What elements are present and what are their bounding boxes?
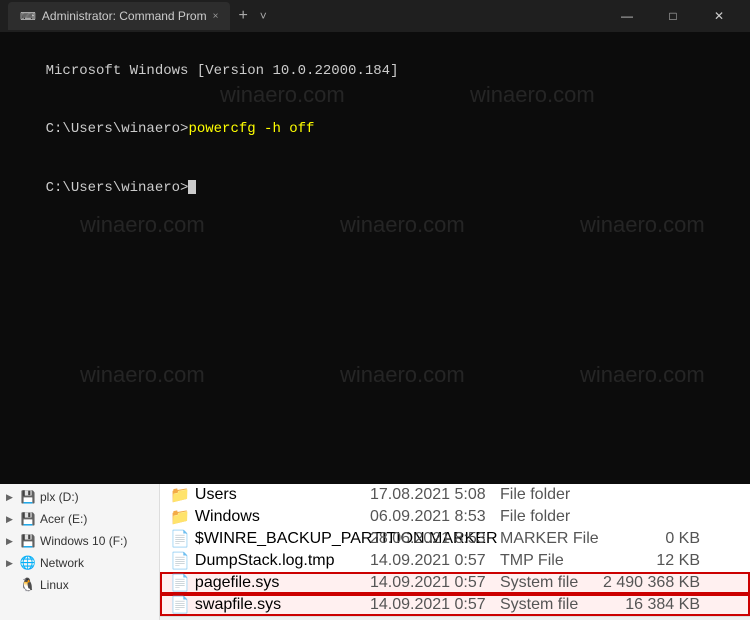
file-name-text: pagefile.sys <box>195 574 280 592</box>
watermark-6: winaero.com <box>80 362 205 388</box>
file-row[interactable]: 📁 Windows 06.09.2021 8:53 File folder <box>160 506 750 528</box>
windows-version-text: Microsoft Windows [Version 10.0.22000.18… <box>46 63 399 79</box>
tab-bar: ⌨ Administrator: Command Prom × + ˅ <box>8 2 604 30</box>
file-icon: 📄 <box>170 573 190 593</box>
file-icon: 📄 <box>170 529 190 549</box>
file-name-text: Windows <box>195 508 260 526</box>
add-tab-button[interactable]: + <box>234 7 251 25</box>
sidebar: ▶ 💾 plx (D:) ▶ 💾 Acer (E:) ▶ 💾 Windows 1… <box>0 484 160 620</box>
file-icon: 📁 <box>170 507 190 527</box>
file-list: 📁 Users 17.08.2021 5:08 File folder 📁 Wi… <box>160 484 750 620</box>
sidebar-item-windows10[interactable]: ▶ 💾 Windows 10 (F:) <box>0 530 159 552</box>
file-size-cell: 16 384 KB <box>600 596 700 614</box>
file-date-cell: 14.09.2021 0:57 <box>370 596 500 614</box>
drive-icon: 💾 <box>20 512 36 526</box>
minimize-button[interactable]: — <box>604 0 650 32</box>
terminal-tab-icon: ⌨ <box>20 10 36 23</box>
file-name-cell: 📁 Windows <box>170 507 370 527</box>
command-text: powercfg -h off <box>188 121 314 137</box>
prompt-text: C:\Users\winaero> <box>46 121 189 137</box>
network-icon: 🌐 <box>20 556 36 570</box>
file-type-cell: File folder <box>500 486 600 504</box>
chevron-icon: ▶ <box>6 492 16 503</box>
file-size-cell: 12 KB <box>600 552 700 570</box>
maximize-button[interactable]: □ <box>650 0 696 32</box>
drive-icon: 💾 <box>20 534 36 548</box>
file-row[interactable]: 📄 swapfile.sys 14.09.2021 0:57 System fi… <box>160 594 750 616</box>
file-name-text: Users <box>195 486 237 504</box>
file-row[interactable]: 📄 DumpStack.log.tmp 14.09.2021 0:57 TMP … <box>160 550 750 572</box>
file-explorer: ▶ 💾 plx (D:) ▶ 💾 Acer (E:) ▶ 💾 Windows 1… <box>0 484 750 620</box>
terminal-area[interactable]: Microsoft Windows [Version 10.0.22000.18… <box>0 32 750 484</box>
file-date-cell: 28.06.2021 8:53 <box>370 530 500 548</box>
file-icon: 📁 <box>170 485 190 505</box>
file-type-cell: System file <box>500 596 600 614</box>
sidebar-item-acer[interactable]: ▶ 💾 Acer (E:) <box>0 508 159 530</box>
terminal-tab-label: Administrator: Command Prom <box>42 9 207 23</box>
chevron-icon: ▶ <box>6 558 16 569</box>
prompt-text-2: C:\Users\winaero> <box>46 180 189 196</box>
close-button[interactable]: ✕ <box>696 0 742 32</box>
file-icon: 📄 <box>170 595 190 615</box>
terminal-line-3: C:\Users\winaero> <box>12 160 738 219</box>
file-icon: 📄 <box>170 551 190 571</box>
cursor <box>188 180 196 194</box>
file-type-cell: File folder <box>500 508 600 526</box>
window-controls: — □ ✕ <box>604 0 742 32</box>
file-name-text: DumpStack.log.tmp <box>195 552 335 570</box>
sidebar-item-network[interactable]: ▶ 🌐 Network <box>0 552 159 574</box>
sidebar-label-acer: Acer (E:) <box>40 512 87 526</box>
file-name-text: swapfile.sys <box>195 596 281 614</box>
file-type-cell: System file <box>500 574 600 592</box>
file-date-cell: 17.08.2021 5:08 <box>370 486 500 504</box>
title-bar: ⌨ Administrator: Command Prom × + ˅ — □ … <box>0 0 750 32</box>
file-type-cell: MARKER File <box>500 530 600 548</box>
file-row[interactable]: 📄 $WINRE_BACKUP_PARTITION.MARKER 28.06.2… <box>160 528 750 550</box>
status-bar: 19 items ≡ ⊞ <box>160 616 750 620</box>
chevron-icon: ▶ <box>6 514 16 525</box>
linux-icon: 🐧 <box>20 578 36 592</box>
sidebar-label-plx: plx (D:) <box>40 490 79 504</box>
file-date-cell: 06.09.2021 8:53 <box>370 508 500 526</box>
chevron-icon: ▶ <box>6 536 16 547</box>
sidebar-label-windows10: Windows 10 (F:) <box>40 534 127 548</box>
file-row[interactable]: 📁 Users 17.08.2021 5:08 File folder <box>160 484 750 506</box>
terminal-line-1: Microsoft Windows [Version 10.0.22000.18… <box>12 42 738 101</box>
sidebar-label-linux: Linux <box>40 578 69 592</box>
close-tab-button[interactable]: × <box>213 11 219 22</box>
terminal-tab[interactable]: ⌨ Administrator: Command Prom × <box>8 2 230 30</box>
file-size-cell: 0 KB <box>600 530 700 548</box>
file-rows: 📁 Users 17.08.2021 5:08 File folder 📁 Wi… <box>160 484 750 616</box>
sidebar-label-network: Network <box>40 556 84 570</box>
file-date-cell: 14.09.2021 0:57 <box>370 574 500 592</box>
file-date-cell: 14.09.2021 0:57 <box>370 552 500 570</box>
file-name-cell: 📄 DumpStack.log.tmp <box>170 551 370 571</box>
sidebar-item-linux[interactable]: ▶ 🐧 Linux <box>0 574 159 596</box>
drive-icon: 💾 <box>20 490 36 504</box>
file-name-cell: 📁 Users <box>170 485 370 505</box>
file-size-cell: 2 490 368 KB <box>600 574 700 592</box>
tab-dropdown-button[interactable]: ˅ <box>256 9 271 23</box>
file-name-cell: 📄 swapfile.sys <box>170 595 370 615</box>
watermark-8: winaero.com <box>580 362 705 388</box>
file-row[interactable]: 📄 pagefile.sys 14.09.2021 0:57 System fi… <box>160 572 750 594</box>
file-name-cell: 📄 pagefile.sys <box>170 573 370 593</box>
sidebar-item-plx[interactable]: ▶ 💾 plx (D:) <box>0 486 159 508</box>
file-name-cell: 📄 $WINRE_BACKUP_PARTITION.MARKER <box>170 529 370 549</box>
file-type-cell: TMP File <box>500 552 600 570</box>
terminal-line-2: C:\Users\winaero>powercfg -h off <box>12 101 738 160</box>
watermark-7: winaero.com <box>340 362 465 388</box>
